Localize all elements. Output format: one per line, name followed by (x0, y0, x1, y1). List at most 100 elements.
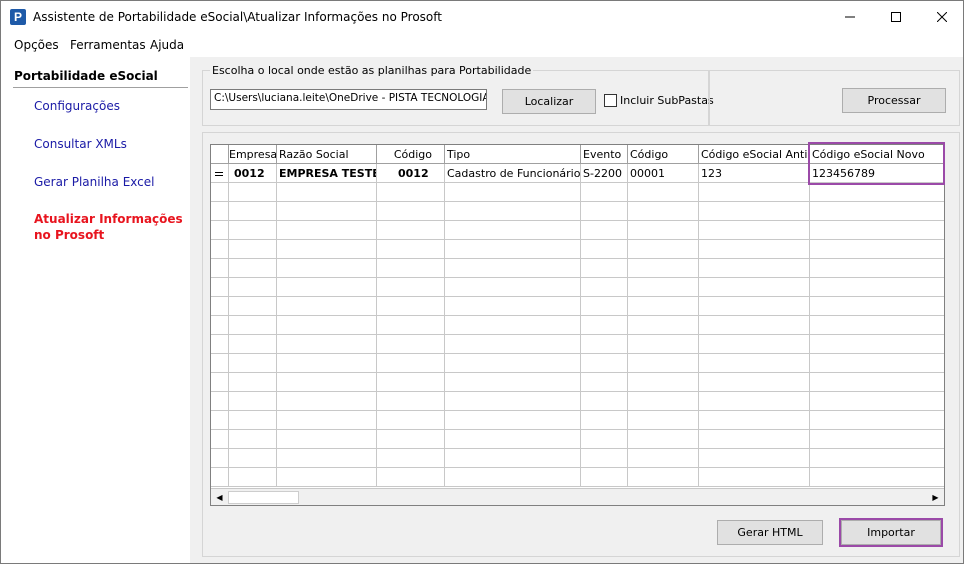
empty-cell (581, 278, 628, 297)
empty-cell (628, 411, 699, 430)
empty-cell (377, 183, 445, 202)
empty-cell (377, 411, 445, 430)
empty-row (211, 259, 944, 278)
minimize-button[interactable] (827, 1, 873, 33)
table-row[interactable]: 0012 EMPRESA TESTE 0012 Cadastro de Func… (211, 164, 944, 183)
cell-evento[interactable]: S-2200 (581, 164, 628, 183)
sidebar-item-consultar-xmls[interactable]: Consultar XMLs (34, 136, 184, 152)
path-input[interactable]: C:\Users\luciana.leite\OneDrive - PISTA … (210, 89, 487, 110)
sidebar: Portabilidade eSocial Configurações Cons… (1, 57, 190, 563)
column-header-codigo-2[interactable]: Código (628, 145, 699, 164)
empty-row (211, 183, 944, 202)
empty-row (211, 468, 944, 487)
empty-cell (211, 430, 229, 449)
empty-cell (445, 468, 581, 487)
empty-cell (628, 259, 699, 278)
empty-cell (211, 221, 229, 240)
empty-cell (229, 468, 277, 487)
empty-cell (581, 297, 628, 316)
empty-row (211, 297, 944, 316)
empty-cell (277, 240, 377, 259)
empty-cell (229, 278, 277, 297)
minimize-icon (845, 16, 855, 18)
empty-cell (699, 392, 810, 411)
empty-cell (445, 278, 581, 297)
empty-cell (810, 411, 944, 430)
menu-ajuda[interactable]: Ajuda (150, 38, 184, 52)
sidebar-divider (13, 87, 188, 88)
grid-header-indicator (211, 145, 229, 164)
empty-cell (445, 354, 581, 373)
processar-button[interactable]: Processar (842, 88, 946, 113)
window-title: Assistente de Portabilidade eSocial\Atua… (33, 10, 442, 24)
empty-cell (581, 202, 628, 221)
empty-cell (377, 221, 445, 240)
empty-cell (699, 278, 810, 297)
empty-cell (699, 297, 810, 316)
empty-cell (810, 468, 944, 487)
empty-cell (810, 183, 944, 202)
empty-cell (699, 411, 810, 430)
empty-cell (277, 392, 377, 411)
empty-cell (229, 297, 277, 316)
empty-cell (377, 468, 445, 487)
empty-cell (229, 354, 277, 373)
sidebar-item-configuracoes[interactable]: Configurações (34, 98, 184, 114)
empty-cell (581, 240, 628, 259)
empty-cell (277, 316, 377, 335)
scroll-right-icon[interactable]: ▶ (927, 489, 944, 505)
empty-cell (628, 392, 699, 411)
maximize-button[interactable] (873, 1, 919, 33)
sidebar-item-gerar-planilha[interactable]: Gerar Planilha Excel (34, 174, 184, 190)
localizar-button[interactable]: Localizar (502, 89, 596, 114)
empty-cell (581, 221, 628, 240)
cell-codigo-esocial-antigo[interactable]: 123 (699, 164, 810, 183)
close-icon (937, 12, 947, 22)
empty-cell (377, 354, 445, 373)
close-button[interactable] (919, 1, 963, 33)
menu-ferramentas[interactable]: Ferramentas (70, 38, 146, 52)
column-header-evento[interactable]: Evento (581, 145, 628, 164)
menu-bar: Opções Ferramentas Ajuda (1, 33, 963, 57)
empty-cell (699, 354, 810, 373)
empty-cell (377, 449, 445, 468)
column-header-codigo-esocial-antigo[interactable]: Código eSocial Antigo (699, 145, 810, 164)
title-bar: P Assistente de Portabilidade eSocial\At… (1, 1, 963, 33)
cell-codigo-2[interactable]: 00001 (628, 164, 699, 183)
empty-cell (377, 202, 445, 221)
horizontal-scrollbar[interactable]: ◀ ▶ (211, 488, 944, 505)
empty-cell (699, 335, 810, 354)
cell-empresa[interactable]: 0012 (229, 164, 277, 183)
empty-row (211, 316, 944, 335)
empty-cell (581, 468, 628, 487)
column-header-razao-social[interactable]: Razão Social (277, 145, 377, 164)
data-grid[interactable]: Empresa Razão Social Código Tipo Evento … (210, 144, 945, 506)
scroll-left-icon[interactable]: ◀ (211, 489, 228, 505)
cell-codigo[interactable]: 0012 (377, 164, 445, 183)
empty-cell (445, 335, 581, 354)
gerar-html-button[interactable]: Gerar HTML (717, 520, 823, 545)
empty-cell (211, 392, 229, 411)
menu-opcoes[interactable]: Opções (14, 38, 59, 52)
scrollbar-thumb[interactable] (228, 491, 299, 504)
cell-codigo-esocial-novo[interactable]: 123456789 (810, 164, 944, 183)
importar-button[interactable]: Importar (841, 520, 941, 545)
empty-cell (377, 430, 445, 449)
empty-cell (810, 297, 944, 316)
empty-cell (229, 259, 277, 278)
empty-cell (377, 316, 445, 335)
empty-cell (581, 373, 628, 392)
column-header-tipo[interactable]: Tipo (445, 145, 581, 164)
empty-cell (277, 449, 377, 468)
empty-cell (628, 183, 699, 202)
cell-razao-social[interactable]: EMPRESA TESTE (277, 164, 377, 183)
sidebar-item-atualizar-informacoes[interactable]: Atualizar Informações no Prosoft (34, 211, 184, 243)
column-header-empresa[interactable]: Empresa (229, 145, 277, 164)
column-header-codigo-esocial-novo[interactable]: Código eSocial Novo (810, 145, 944, 164)
include-subfolders-label: Incluir SubPastas (620, 94, 714, 107)
cell-tipo[interactable]: Cadastro de Funcionários (445, 164, 581, 183)
include-subfolders-checkbox[interactable] (604, 94, 617, 107)
empty-row (211, 392, 944, 411)
column-header-codigo[interactable]: Código (377, 145, 445, 164)
edit-row-icon (215, 172, 223, 176)
